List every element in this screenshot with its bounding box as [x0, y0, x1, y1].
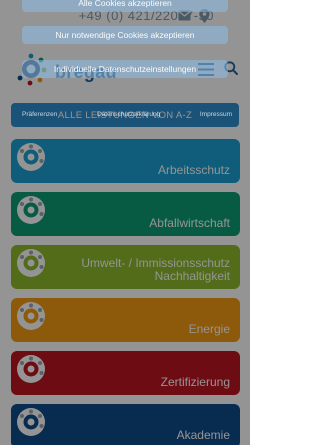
preferences-link[interactable]: Präferenzen: [22, 111, 57, 118]
individual-privacy-settings-button[interactable]: Individuelle Datenschutzeinstellungen: [22, 60, 228, 78]
accept-necessary-cookies-button[interactable]: Nur notwendige Cookies akzeptieren: [22, 26, 228, 44]
privacy-policy-link[interactable]: Datenschutzerklärung: [97, 111, 160, 118]
imprint-link[interactable]: Impressum: [200, 111, 232, 118]
accept-all-cookies-button[interactable]: Alle Cookies akzeptieren: [22, 0, 228, 12]
cookie-consent-dialog: Alle Cookies akzeptieren Nur notwendige …: [10, 0, 240, 120]
cookie-dialog-links: Präferenzen Datenschutzerklärung Impress…: [22, 111, 232, 118]
